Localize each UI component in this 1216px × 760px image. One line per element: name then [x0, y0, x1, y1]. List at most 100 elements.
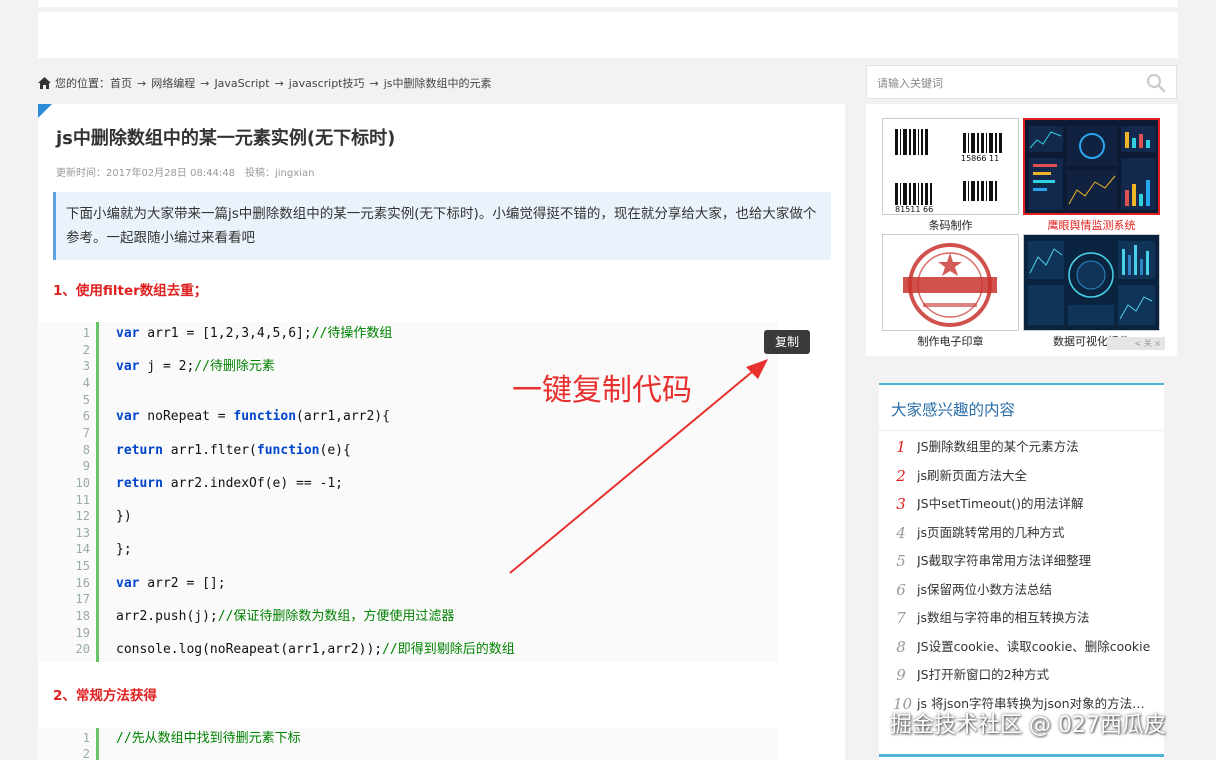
annotation-arrow [509, 359, 768, 574]
interest-panel: 大家感兴趣的内容 1 JS删除数组里的某个元素方法 2 js刷新页面方法大全 3 JS中s… [879, 383, 1164, 760]
line-number: 12 [75, 509, 90, 524]
search-input[interactable] [877, 74, 1127, 92]
breadcrumb: 您的位置： 首页 → 网络编程 → JavaScript → javascript技巧 → js… [38, 74, 492, 92]
code-line: 17 [38, 591, 778, 608]
watermark: 掘金技术社区 @ 027西瓜皮 [890, 713, 1166, 738]
line-number: 16 [75, 575, 90, 590]
line-number: 7 [82, 425, 90, 440]
line-number: 14 [75, 542, 90, 557]
line-number: 1 [82, 326, 90, 340]
meta-author: jingxian [275, 168, 315, 179]
ad-item-barcode[interactable]: 15866 11 81511 66 条码制作 [882, 118, 1019, 233]
interest-bottom-line [879, 754, 1164, 757]
interest-rank: 5 [896, 552, 906, 570]
interest-item[interactable]: 9 JS打开新窗口的2种方式 [879, 661, 1164, 689]
interest-link[interactable]: JS设置cookie、读取cookie、删除cookie [917, 633, 1153, 661]
breadcrumb-link[interactable]: 网络编程 [151, 77, 195, 90]
svg-text:15866 11: 15866 11 [961, 154, 999, 163]
interest-title: 大家感兴趣的内容 [879, 385, 1164, 431]
home-icon [38, 77, 51, 89]
ad-close-controls[interactable]: < 关 × [1107, 337, 1165, 350]
ad-item-monitoring[interactable]: 鹰眼舆情监测系统 [1023, 118, 1160, 233]
interest-link[interactable]: js数组与字符串的相互转换方法 [917, 604, 1153, 632]
breadcrumb-separator: → [137, 77, 147, 90]
breadcrumb-separator: → [274, 77, 284, 90]
line-number: 20 [75, 642, 90, 657]
search-icon[interactable] [1146, 73, 1166, 93]
interest-link[interactable]: JS中setTimeout()的用法详解 [917, 490, 1153, 518]
interest-link[interactable]: JS删除数组里的某个元素方法 [917, 433, 1153, 461]
banner-area [38, 12, 1178, 58]
line-number: 2 [82, 747, 90, 760]
breadcrumb-link[interactable]: JavaScript [214, 77, 269, 90]
code-line: 1 //先从数组中找到待删元素下标 [38, 730, 778, 747]
breadcrumb-link[interactable]: 首页 [110, 77, 132, 90]
ad-item-stamp[interactable]: 制作电子印章 [882, 234, 1019, 349]
line-number: 15 [75, 559, 90, 574]
interest-link[interactable]: js页面跳转常用的几种方式 [917, 519, 1153, 547]
line-number: 10 [75, 475, 90, 490]
interest-link[interactable]: JS截取字符串常用方法详细整理 [917, 547, 1153, 575]
code-line: 18 arr2.push(j);//保证待删除数为数组，方便使用过滤器 [38, 608, 778, 625]
interest-link[interactable]: js刷新页面方法大全 [917, 462, 1153, 490]
interest-item[interactable]: 8 JS设置cookie、读取cookie、删除cookie [879, 633, 1164, 661]
breadcrumb-items: 首页 → 网络编程 → JavaScript → javascript技巧 → js中删除数组中… [110, 75, 492, 91]
breadcrumb-link: js中删除数组中的元素 [383, 77, 492, 90]
section-title-2: 2、常规方法获得 [53, 688, 157, 704]
dashboard-thumb [1023, 118, 1160, 215]
breadcrumb-link[interactable]: javascript技巧 [289, 77, 365, 90]
article-meta: 更新时间：2017年02月28日 08:44:48 投稿：jingxian [56, 164, 314, 179]
ad-item-visualization[interactable]: 数据可视化插件 [1023, 234, 1160, 349]
interest-item[interactable]: 1 JS删除数组里的某个元素方法 [879, 433, 1164, 461]
interest-item[interactable]: 4 js页面跳转常用的几种方式 [879, 519, 1164, 547]
interest-item[interactable]: 5 JS截取字符串常用方法详细整理 [879, 547, 1164, 575]
interest-rank: 3 [896, 495, 906, 513]
interest-link[interactable]: js保留两位小数方法总结 [917, 576, 1153, 604]
interest-rank: 8 [896, 637, 906, 656]
line-number: 17 [75, 592, 90, 607]
line-number: 13 [75, 525, 90, 540]
code-line: 2 [38, 746, 778, 760]
interest-rank: 4 [896, 523, 906, 542]
code-text: console.log(noReapeat(arr1,arr2));//即得到剔… [116, 642, 515, 658]
line-number: 11 [75, 492, 90, 507]
line-number: 1 [82, 731, 90, 745]
interest-item[interactable]: 3 JS中setTimeout()的用法详解 [879, 490, 1164, 518]
line-number: 3 [82, 359, 90, 374]
line-number: 6 [82, 409, 90, 424]
interest-rank: 6 [896, 580, 906, 599]
top-strip [38, 0, 1178, 7]
line-number: 19 [75, 625, 90, 640]
copy-button[interactable]: 复制 [764, 330, 810, 354]
interest-rank: 2 [896, 466, 906, 485]
line-number: 4 [82, 375, 90, 390]
code-line: 20 console.log(noReapeat(arr1,arr2));//即得… [38, 641, 778, 658]
section-title-1: 1、使用filter数组去重； [53, 283, 208, 299]
interest-rank: 7 [896, 609, 906, 627]
code-line: 19 [38, 625, 778, 642]
line-number: 9 [82, 459, 90, 474]
code-text: arr2.push(j);//保证待删除数为数组，方便使用过滤器 [116, 609, 455, 625]
code-text: return arr2.indexOf(e) == -1; [116, 475, 343, 491]
line-number: 18 [75, 609, 90, 624]
line-number: 8 [82, 442, 90, 457]
meta-time: 2017年02月28日 08:44:48 [106, 168, 235, 179]
meta-time-label: 更新时间： [56, 168, 106, 179]
line-number: 5 [82, 392, 90, 407]
breadcrumb-prefix: 您的位置： [55, 77, 110, 90]
interest-item[interactable]: 7 js数组与字符串的相互转换方法 [879, 604, 1164, 632]
code-text: }; [116, 542, 132, 558]
interest-link[interactable]: JS打开新窗口的2种方式 [917, 661, 1153, 689]
breadcrumb-separator: → [369, 77, 379, 90]
interest-item[interactable]: 2 js刷新页面方法大全 [879, 462, 1164, 490]
code-block-2: 1 //先从数组中找到待删元素下标 2 [38, 728, 778, 760]
code-text: var noRepeat = function(arr1,arr2){ [116, 409, 390, 425]
code-text: var j = 2;//待删除元素 [116, 359, 275, 375]
ad-caption-monitoring: 鹰眼舆情监测系统 [1047, 219, 1136, 232]
interest-rank: 9 [896, 666, 906, 684]
interest-rank: 1 [896, 438, 906, 456]
interest-item[interactable]: 6 js保留两位小数方法总结 [879, 576, 1164, 604]
code-line: 1 var arr1 = [1,2,3,4,5,6];//待操作数组 [38, 325, 778, 342]
ad-panel: 15866 11 81511 66 条码制作 鹰眼舆情监测系统 制作电子印章 数… [866, 104, 1177, 356]
meta-author-label: 投稿： [245, 168, 275, 179]
